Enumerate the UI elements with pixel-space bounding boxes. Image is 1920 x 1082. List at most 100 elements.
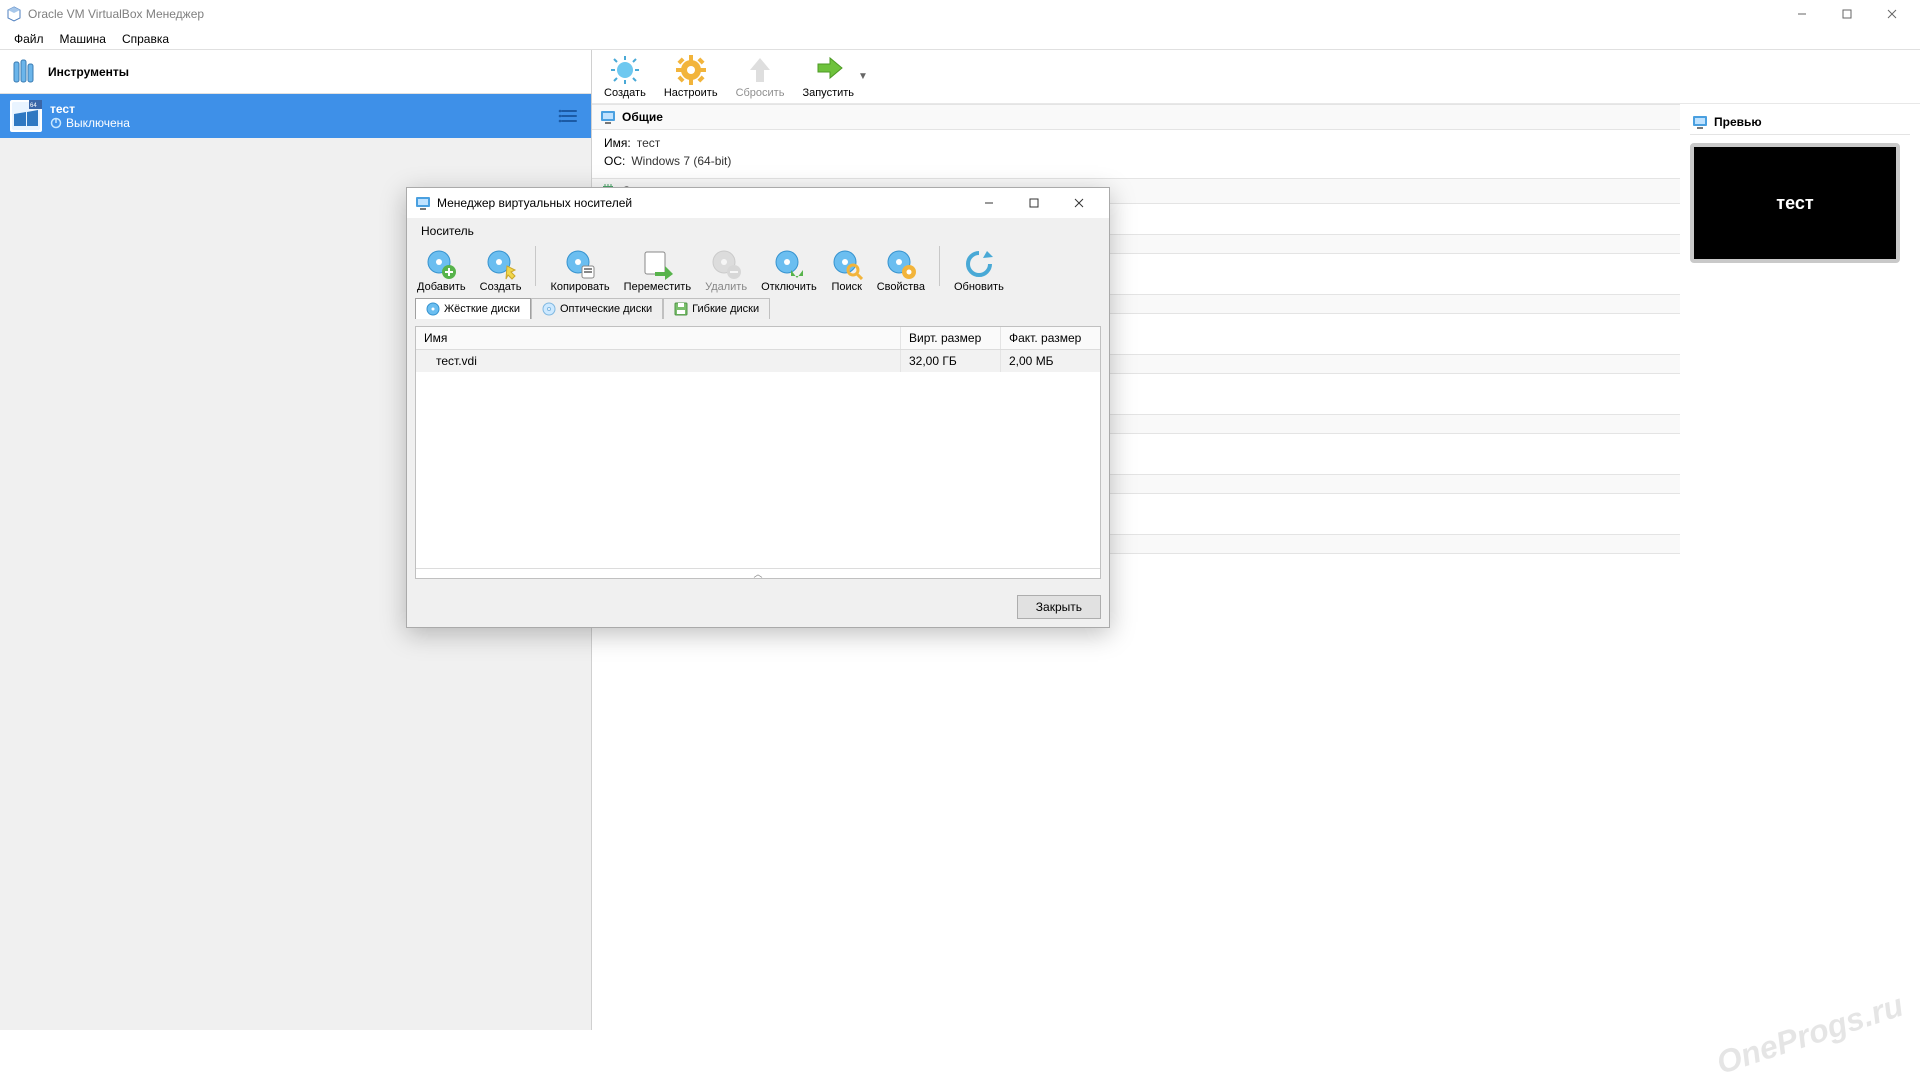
dtool-search-button[interactable]: Поиск	[827, 246, 867, 295]
toolbar-separator	[535, 246, 536, 286]
window-close-button[interactable]	[1869, 0, 1914, 28]
media-manager-dialog: Менеджер виртуальных носителей Носитель …	[406, 187, 1110, 628]
disk-new-icon	[485, 248, 517, 280]
tab-hdd-label: Жёсткие диски	[444, 303, 520, 315]
toolbar-create-label: Создать	[604, 87, 646, 99]
optical-disc-icon	[542, 302, 556, 316]
preview-column: Превью тест	[1680, 104, 1920, 1030]
col-virt-header[interactable]: Вирт. размер	[900, 327, 1000, 349]
dialog-close-button[interactable]: Закрыть	[1017, 595, 1101, 619]
disk-search-icon	[831, 248, 863, 280]
dtool-copy-button[interactable]: Копировать	[546, 246, 613, 295]
preview-text: тест	[1776, 193, 1813, 214]
vm-state: Выключена	[66, 116, 130, 130]
dialog-minimize-button[interactable]	[966, 188, 1011, 218]
dtool-delete-button: Удалить	[701, 246, 751, 295]
dialog-titlebar[interactable]: Менеджер виртуальных носителей	[407, 188, 1109, 218]
dtool-create-button[interactable]: Создать	[476, 246, 526, 295]
sidebar-tools[interactable]: Инструменты	[0, 50, 591, 94]
tab-hdd[interactable]: Жёсткие диски	[415, 298, 531, 319]
dialog-toolbar: Добавить Создать Копировать Переместить …	[407, 244, 1109, 297]
section-general-label: Общие	[622, 110, 663, 124]
tab-floppy[interactable]: Гибкие диски	[663, 298, 770, 319]
disk-delete-icon	[710, 248, 742, 280]
dtool-release-button[interactable]: Отключить	[757, 246, 821, 295]
row-virt-size: 32,00 ГБ	[900, 350, 1000, 372]
general-os-value: Windows 7 (64-bit)	[631, 152, 731, 170]
dialog-icon	[415, 195, 431, 211]
toolbar-configure-button[interactable]: Настроить	[660, 52, 722, 101]
window-titlebar: Oracle VM VirtualBox Менеджер	[0, 0, 1920, 28]
dialog-expander-handle[interactable]: ︿	[416, 568, 1100, 578]
dtool-refresh-label: Обновить	[954, 281, 1004, 293]
vm-name: тест	[50, 102, 130, 116]
toolbar-run-button[interactable]: Запустить	[798, 52, 858, 101]
menu-file[interactable]: Файл	[6, 30, 52, 48]
run-arrow-icon	[812, 54, 844, 86]
power-off-icon	[50, 117, 62, 129]
toolbar-reset-label: Сбросить	[736, 87, 785, 99]
general-name-key: Имя:	[604, 134, 631, 152]
menu-help[interactable]: Справка	[114, 30, 177, 48]
general-name-value: тест	[637, 134, 661, 152]
dtool-copy-label: Копировать	[550, 281, 609, 293]
table-empty-area	[416, 372, 1100, 568]
vm-preview-box: тест	[1690, 143, 1900, 263]
svg-text:64: 64	[30, 103, 37, 109]
reset-icon	[744, 54, 776, 86]
media-table: Имя Вирт. размер Факт. размер тест.vdi 3…	[415, 326, 1101, 579]
toolbar-reset-button: Сбросить	[732, 52, 789, 101]
floppy-icon	[674, 302, 688, 316]
disk-release-icon	[773, 248, 805, 280]
disk-props-icon	[885, 248, 917, 280]
dtool-props-button[interactable]: Свойства	[873, 246, 929, 295]
dtool-move-button[interactable]: Переместить	[620, 246, 695, 295]
tab-floppy-label: Гибкие диски	[692, 303, 759, 315]
refresh-icon	[963, 248, 995, 280]
row-fact-size: 2,00 МБ	[1000, 350, 1100, 372]
dialog-maximize-button[interactable]	[1011, 188, 1056, 218]
dialog-menubar: Носитель	[407, 218, 1109, 244]
dtool-add-button[interactable]: Добавить	[413, 246, 470, 295]
right-toolbar: Создать Настроить Сбросить Запустить ▼	[592, 50, 1920, 104]
dialog-tabs: Жёсткие диски Оптические диски Гибкие ди…	[407, 297, 1109, 318]
col-name-header[interactable]: Имя	[416, 327, 900, 349]
dtool-delete-label: Удалить	[705, 281, 747, 293]
window-minimize-button[interactable]	[1779, 0, 1824, 28]
toolbar-create-button[interactable]: Создать	[600, 52, 650, 101]
dtool-add-label: Добавить	[417, 281, 466, 293]
row-name: тест.vdi	[416, 350, 900, 372]
preview-label: Превью	[1714, 115, 1762, 129]
svg-text:7: 7	[32, 117, 38, 128]
toolbar-separator	[939, 246, 940, 286]
gear-icon	[675, 54, 707, 86]
vm-item-menu-icon[interactable]	[557, 104, 581, 128]
hdd-icon	[426, 302, 440, 316]
preview-monitor-icon	[1692, 114, 1708, 130]
window-title: Oracle VM VirtualBox Менеджер	[28, 7, 1779, 21]
dtool-create-label: Создать	[480, 281, 522, 293]
sun-new-icon	[609, 54, 641, 86]
general-os-key: ОС:	[604, 152, 625, 170]
col-fact-header[interactable]: Факт. размер	[1000, 327, 1100, 349]
tab-optical[interactable]: Оптические диски	[531, 298, 663, 319]
dialog-menu-media[interactable]: Носитель	[415, 222, 480, 240]
toolbar-run-dropdown[interactable]: ▼	[858, 71, 868, 82]
dtool-refresh-button[interactable]: Обновить	[950, 246, 1008, 295]
menu-machine[interactable]: Машина	[52, 30, 114, 48]
dialog-title: Менеджер виртуальных носителей	[437, 196, 966, 210]
dtool-search-label: Поиск	[831, 281, 861, 293]
disk-add-icon	[425, 248, 457, 280]
app-icon	[6, 6, 22, 22]
window-maximize-button[interactable]	[1824, 0, 1869, 28]
dialog-close-button[interactable]	[1056, 188, 1101, 218]
vm-os-icon: 7 64	[10, 100, 42, 132]
toolbar-configure-label: Настроить	[664, 87, 718, 99]
monitor-icon	[600, 109, 616, 125]
section-general-head[interactable]: Общие	[592, 104, 1680, 130]
tools-icon	[8, 56, 40, 88]
menubar: Файл Машина Справка	[0, 28, 1920, 50]
vm-list-item[interactable]: 7 64 тест Выключена	[0, 94, 591, 138]
media-table-row[interactable]: тест.vdi 32,00 ГБ 2,00 МБ	[416, 350, 1100, 372]
toolbar-run-label: Запустить	[802, 87, 854, 99]
